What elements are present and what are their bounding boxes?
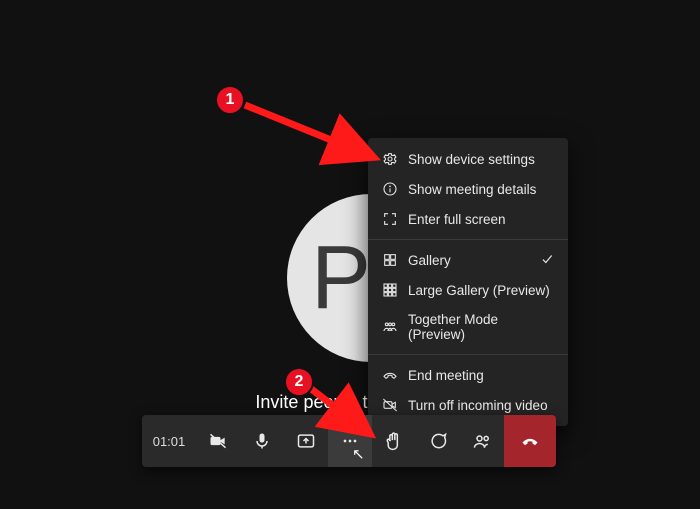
annotation-callout-1: 1: [215, 85, 245, 115]
menu-item-label: Show meeting details: [408, 182, 536, 197]
more-actions-menu: Show device settings Show meeting detail…: [368, 138, 568, 426]
info-icon: [382, 181, 398, 197]
menu-item-label: End meeting: [408, 368, 484, 383]
annotation-callout-2: 2: [284, 367, 314, 397]
menu-show-device-settings[interactable]: Show device settings: [368, 144, 568, 174]
grid-3x3-icon: [382, 282, 398, 298]
grid-2x2-icon: [382, 252, 398, 268]
menu-item-label: Show device settings: [408, 152, 535, 167]
together-mode-icon: [382, 319, 398, 335]
menu-item-label: Gallery: [408, 253, 451, 268]
menu-large-gallery[interactable]: Large Gallery (Preview): [368, 275, 568, 305]
menu-gallery[interactable]: Gallery: [368, 245, 568, 275]
menu-divider: [368, 239, 568, 240]
menu-enter-full-screen[interactable]: Enter full screen: [368, 204, 568, 234]
hang-up-button[interactable]: [504, 415, 556, 467]
avatar-initial: P: [311, 227, 371, 330]
menu-end-meeting[interactable]: End meeting: [368, 360, 568, 390]
menu-divider: [368, 354, 568, 355]
menu-item-label: Enter full screen: [408, 212, 506, 227]
menu-item-label: Large Gallery (Preview): [408, 283, 550, 298]
call-timer: 01:01: [142, 415, 196, 467]
chat-button[interactable]: [416, 415, 460, 467]
fullscreen-icon: [382, 211, 398, 227]
menu-show-meeting-details[interactable]: Show meeting details: [368, 174, 568, 204]
menu-together-mode[interactable]: Together Mode (Preview): [368, 305, 568, 349]
menu-item-label: Together Mode (Preview): [408, 312, 554, 342]
annotation-arrow-1: [240, 95, 390, 170]
annotation-arrow-2: [305, 380, 385, 445]
menu-item-label: Turn off incoming video: [408, 398, 548, 413]
microphone-button[interactable]: [240, 415, 284, 467]
participants-button[interactable]: [460, 415, 504, 467]
camera-off-button[interactable]: [196, 415, 240, 467]
check-icon: [540, 252, 554, 269]
